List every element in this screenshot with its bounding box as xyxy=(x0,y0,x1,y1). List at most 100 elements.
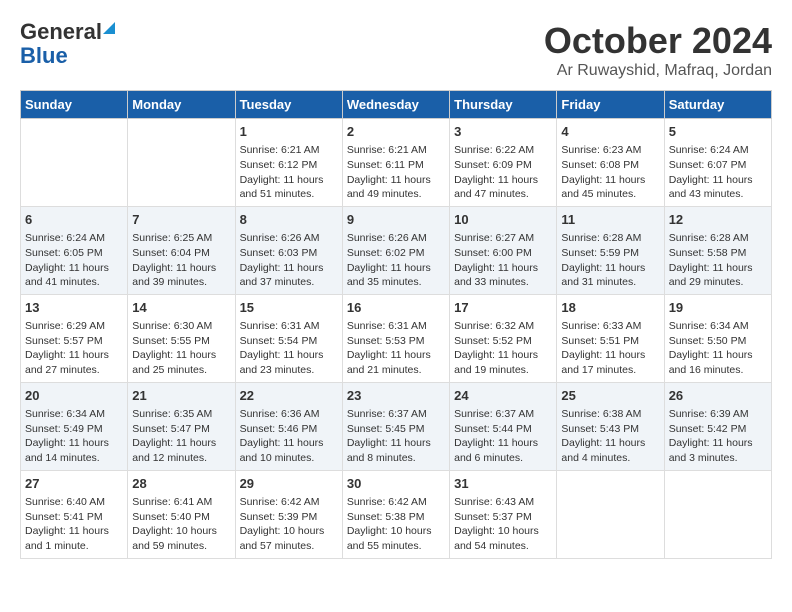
table-row: 26 Sunrise: 6:39 AM Sunset: 5:42 PM Dayli… xyxy=(664,382,771,470)
table-row xyxy=(557,470,664,558)
table-row: 9 Sunrise: 6:26 AM Sunset: 6:02 PM Daylig… xyxy=(342,206,449,294)
day-number: 15 xyxy=(240,299,338,317)
day-number: 2 xyxy=(347,123,445,141)
day-info: Sunrise: 6:25 AM Sunset: 6:04 PM Dayligh… xyxy=(132,231,230,290)
day-number: 5 xyxy=(669,123,767,141)
day-info: Sunrise: 6:42 AM Sunset: 5:38 PM Dayligh… xyxy=(347,495,445,554)
col-tuesday: Tuesday xyxy=(235,91,342,119)
day-number: 24 xyxy=(454,387,552,405)
day-number: 29 xyxy=(240,475,338,493)
table-row: 13 Sunrise: 6:29 AM Sunset: 5:57 PM Dayli… xyxy=(21,294,128,382)
table-row: 22 Sunrise: 6:36 AM Sunset: 5:46 PM Dayli… xyxy=(235,382,342,470)
title-section: October 2024 Ar Ruwayshid, Mafraq, Jorda… xyxy=(544,20,772,80)
day-number: 14 xyxy=(132,299,230,317)
table-row: 27 Sunrise: 6:40 AM Sunset: 5:41 PM Dayli… xyxy=(21,470,128,558)
calendar-week-row: 13 Sunrise: 6:29 AM Sunset: 5:57 PM Dayli… xyxy=(21,294,772,382)
calendar-week-row: 20 Sunrise: 6:34 AM Sunset: 5:49 PM Dayli… xyxy=(21,382,772,470)
day-number: 11 xyxy=(561,211,659,229)
day-number: 10 xyxy=(454,211,552,229)
table-row xyxy=(664,470,771,558)
day-number: 27 xyxy=(25,475,123,493)
day-number: 18 xyxy=(561,299,659,317)
day-number: 28 xyxy=(132,475,230,493)
col-wednesday: Wednesday xyxy=(342,91,449,119)
day-info: Sunrise: 6:30 AM Sunset: 5:55 PM Dayligh… xyxy=(132,319,230,378)
day-number: 4 xyxy=(561,123,659,141)
table-row: 7 Sunrise: 6:25 AM Sunset: 6:04 PM Daylig… xyxy=(128,206,235,294)
col-thursday: Thursday xyxy=(450,91,557,119)
table-row: 25Sunrise: 6:38 AM Sunset: 5:43 PM Dayli… xyxy=(557,382,664,470)
day-number: 25 xyxy=(561,387,659,405)
location: Ar Ruwayshid, Mafraq, Jordan xyxy=(544,62,772,80)
table-row: 6 Sunrise: 6:24 AM Sunset: 6:05 PM Daylig… xyxy=(21,206,128,294)
table-row: 17Sunrise: 6:32 AM Sunset: 5:52 PM Dayli… xyxy=(450,294,557,382)
day-number: 21 xyxy=(132,387,230,405)
col-monday: Monday xyxy=(128,91,235,119)
day-number: 19 xyxy=(669,299,767,317)
day-info: Sunrise: 6:28 AM Sunset: 5:59 PM Dayligh… xyxy=(561,231,659,290)
table-row: 8 Sunrise: 6:26 AM Sunset: 6:03 PM Daylig… xyxy=(235,206,342,294)
day-info: Sunrise: 6:42 AM Sunset: 5:39 PM Dayligh… xyxy=(240,495,338,554)
day-info: Sunrise: 6:43 AM Sunset: 5:37 PM Dayligh… xyxy=(454,495,552,554)
day-number: 30 xyxy=(347,475,445,493)
day-info: Sunrise: 6:31 AM Sunset: 5:54 PM Dayligh… xyxy=(240,319,338,378)
day-info: Sunrise: 6:37 AM Sunset: 5:44 PM Dayligh… xyxy=(454,407,552,466)
day-info: Sunrise: 6:28 AM Sunset: 5:58 PM Dayligh… xyxy=(669,231,767,290)
day-info: Sunrise: 6:24 AM Sunset: 6:07 PM Dayligh… xyxy=(669,143,767,202)
day-number: 22 xyxy=(240,387,338,405)
day-info: Sunrise: 6:24 AM Sunset: 6:05 PM Dayligh… xyxy=(25,231,123,290)
day-info: Sunrise: 6:29 AM Sunset: 5:57 PM Dayligh… xyxy=(25,319,123,378)
day-info: Sunrise: 6:31 AM Sunset: 5:53 PM Dayligh… xyxy=(347,319,445,378)
day-number: 8 xyxy=(240,211,338,229)
table-row: 3Sunrise: 6:22 AM Sunset: 6:09 PM Daylig… xyxy=(450,119,557,207)
table-row: 29 Sunrise: 6:42 AM Sunset: 5:39 PM Dayli… xyxy=(235,470,342,558)
day-info: Sunrise: 6:33 AM Sunset: 5:51 PM Dayligh… xyxy=(561,319,659,378)
logo-text: General xyxy=(20,20,115,44)
calendar-header-row: Sunday Monday Tuesday Wednesday Thursday… xyxy=(21,91,772,119)
day-info: Sunrise: 6:22 AM Sunset: 6:09 PM Dayligh… xyxy=(454,143,552,202)
day-number: 13 xyxy=(25,299,123,317)
calendar-week-row: 1Sunrise: 6:21 AM Sunset: 6:12 PM Daylig… xyxy=(21,119,772,207)
day-info: Sunrise: 6:36 AM Sunset: 5:46 PM Dayligh… xyxy=(240,407,338,466)
table-row: 21Sunrise: 6:35 AM Sunset: 5:47 PM Dayli… xyxy=(128,382,235,470)
table-row: 14 Sunrise: 6:30 AM Sunset: 5:55 PM Dayli… xyxy=(128,294,235,382)
day-number: 26 xyxy=(669,387,767,405)
table-row xyxy=(128,119,235,207)
table-row: 24 Sunrise: 6:37 AM Sunset: 5:44 PM Dayli… xyxy=(450,382,557,470)
table-row: 23Sunrise: 6:37 AM Sunset: 5:45 PM Dayli… xyxy=(342,382,449,470)
logo-blue: Blue xyxy=(20,43,68,68)
table-row: 12 Sunrise: 6:28 AM Sunset: 5:58 PM Dayli… xyxy=(664,206,771,294)
day-number: 20 xyxy=(25,387,123,405)
col-saturday: Saturday xyxy=(664,91,771,119)
day-number: 9 xyxy=(347,211,445,229)
table-row: 15 Sunrise: 6:31 AM Sunset: 5:54 PM Dayli… xyxy=(235,294,342,382)
day-number: 17 xyxy=(454,299,552,317)
table-row: 18 Sunrise: 6:33 AM Sunset: 5:51 PM Dayli… xyxy=(557,294,664,382)
day-number: 6 xyxy=(25,211,123,229)
table-row: 5 Sunrise: 6:24 AM Sunset: 6:07 PM Daylig… xyxy=(664,119,771,207)
table-row: 16 Sunrise: 6:31 AM Sunset: 5:53 PM Dayli… xyxy=(342,294,449,382)
day-info: Sunrise: 6:37 AM Sunset: 5:45 PM Dayligh… xyxy=(347,407,445,466)
page-header: General Blue October 2024 Ar Ruwayshid, … xyxy=(20,20,772,80)
table-row xyxy=(21,119,128,207)
day-info: Sunrise: 6:26 AM Sunset: 6:03 PM Dayligh… xyxy=(240,231,338,290)
table-row: 30 Sunrise: 6:42 AM Sunset: 5:38 PM Dayli… xyxy=(342,470,449,558)
col-sunday: Sunday xyxy=(21,91,128,119)
col-friday: Friday xyxy=(557,91,664,119)
logo: General Blue xyxy=(20,20,115,68)
table-row: 31Sunrise: 6:43 AM Sunset: 5:37 PM Dayli… xyxy=(450,470,557,558)
table-row: 2 Sunrise: 6:21 AM Sunset: 6:11 PM Daylig… xyxy=(342,119,449,207)
calendar-week-row: 6 Sunrise: 6:24 AM Sunset: 6:05 PM Daylig… xyxy=(21,206,772,294)
day-info: Sunrise: 6:26 AM Sunset: 6:02 PM Dayligh… xyxy=(347,231,445,290)
table-row: 11 Sunrise: 6:28 AM Sunset: 5:59 PM Dayli… xyxy=(557,206,664,294)
day-info: Sunrise: 6:21 AM Sunset: 6:11 PM Dayligh… xyxy=(347,143,445,202)
day-number: 16 xyxy=(347,299,445,317)
calendar-table: Sunday Monday Tuesday Wednesday Thursday… xyxy=(20,90,772,559)
day-number: 7 xyxy=(132,211,230,229)
day-info: Sunrise: 6:39 AM Sunset: 5:42 PM Dayligh… xyxy=(669,407,767,466)
day-number: 1 xyxy=(240,123,338,141)
day-number: 12 xyxy=(669,211,767,229)
table-row: 20 Sunrise: 6:34 AM Sunset: 5:49 PM Dayli… xyxy=(21,382,128,470)
day-info: Sunrise: 6:34 AM Sunset: 5:49 PM Dayligh… xyxy=(25,407,123,466)
day-info: Sunrise: 6:40 AM Sunset: 5:41 PM Dayligh… xyxy=(25,495,123,554)
